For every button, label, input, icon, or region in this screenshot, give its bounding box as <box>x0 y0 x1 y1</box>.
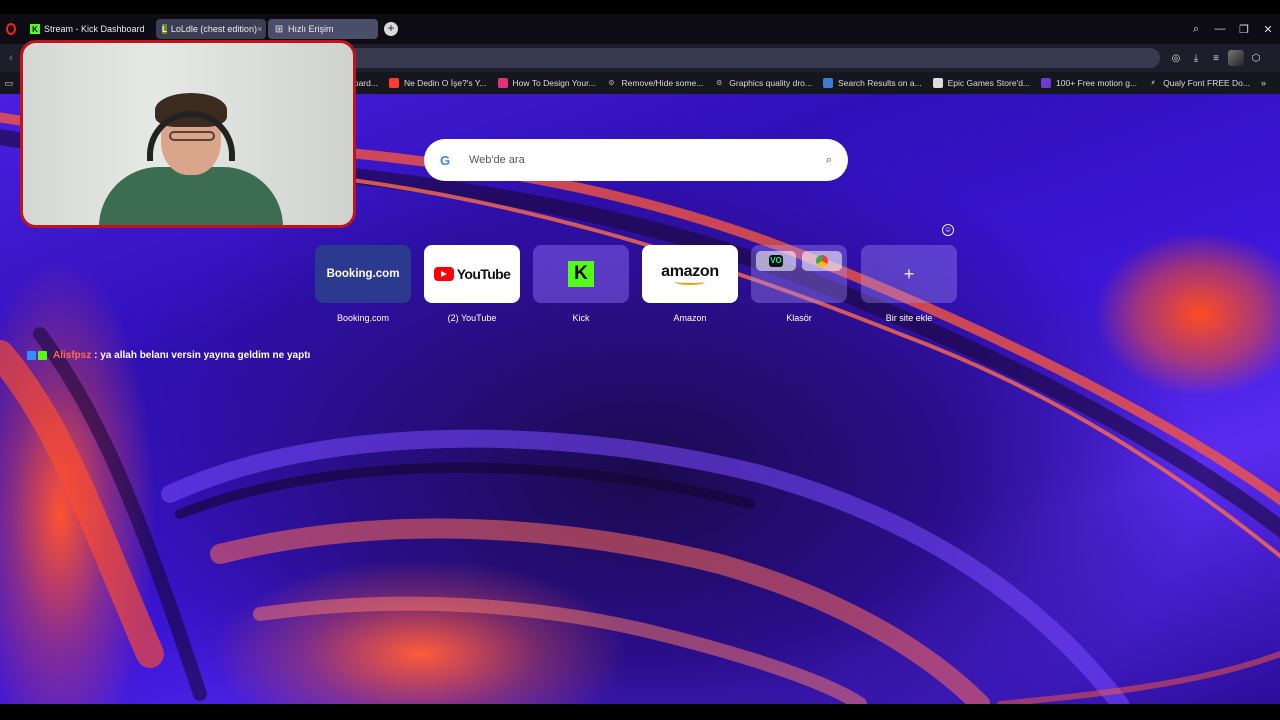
speed-dial-add-site[interactable]: + Bir site ekle <box>861 245 957 323</box>
bookmark-folder-icon[interactable]: ▭ <box>0 78 18 89</box>
bookmark-item[interactable]: ⚙ Graphics quality dro... <box>714 78 812 88</box>
opera-menu-button[interactable] <box>0 14 22 44</box>
chart-icon <box>388 78 399 88</box>
bookmark-label: Qualy Font FREE Do... <box>1163 78 1250 88</box>
grid-icon: ⊞ <box>274 23 284 35</box>
search-tabs-icon[interactable]: ⌕ <box>1184 23 1208 36</box>
smiley-icon[interactable]: ☺ <box>942 224 954 236</box>
speed-dial-label: (2) YouTube <box>447 313 497 323</box>
search-icon[interactable]: ⌕ <box>826 154 832 167</box>
chat-separator: : <box>91 350 101 361</box>
new-tab-button[interactable]: + <box>384 22 398 36</box>
tab-label: LoLdle (chest edition) <box>170 24 257 34</box>
bookmark-label: How To Design Your... <box>512 78 596 88</box>
bookmark-item[interactable]: 100+ Free motion g... <box>1041 78 1137 88</box>
bookmark-item[interactable]: Ne Dedin O İşe?'s Y... <box>388 78 487 88</box>
speed-dial-amazon[interactable]: amazon Amazon <box>642 245 738 323</box>
chrome-icon <box>816 255 828 267</box>
speed-dial-youtube[interactable]: YouTube (2) YouTube <box>424 245 520 323</box>
profile-avatar[interactable] <box>1228 50 1244 66</box>
amazon-smile-icon <box>675 279 705 285</box>
youtube-logo: YouTube <box>456 266 511 282</box>
opera-logo-icon <box>6 23 16 35</box>
chat-message: Alisfpsz : ya allah belanı versin yayına… <box>27 350 310 361</box>
bookmark-item[interactable]: Epic Games Store'd... <box>932 78 1031 88</box>
bookmark-label: Graphics quality dro... <box>729 78 812 88</box>
speed-dial-label: Klasör <box>786 313 812 323</box>
speed-dial-label: Bir site ekle <box>885 313 933 323</box>
back-icon[interactable]: ‹ <box>0 52 22 64</box>
chat-username: Alisfpsz <box>53 350 92 361</box>
badge-icon <box>27 351 36 360</box>
kick-favicon-icon: K <box>30 24 40 34</box>
bolt-icon: ⚡ <box>1150 80 1156 87</box>
tab-loldle[interactable]: L LoLdle (chest edition) × <box>156 19 266 39</box>
google-icon: G <box>440 152 451 168</box>
epic-icon <box>932 78 943 88</box>
youtube-play-icon <box>433 267 454 281</box>
booking-logo: Booking.com <box>315 245 411 303</box>
bookmarks-more-icon[interactable]: » <box>1261 78 1266 88</box>
glasses-icon <box>169 131 215 141</box>
speed-dial-booking[interactable]: Booking.com Booking.com <box>315 245 411 323</box>
menu-icon[interactable]: ≡ <box>1208 53 1224 64</box>
loldle-favicon-icon: L <box>162 24 167 34</box>
bookmark-item[interactable]: ⚙ Remove/Hide some... <box>607 78 704 88</box>
bookmark-item[interactable]: How To Design Your... <box>497 78 596 88</box>
close-window-icon[interactable]: ✕ <box>1256 23 1280 36</box>
chat-text: ya allah belanı versin yayına geldim ne … <box>100 350 311 361</box>
webcam-overlay <box>20 40 356 228</box>
speed-dial-folder[interactable]: VO Klasör <box>751 245 847 323</box>
search-box[interactable]: G ⌕ <box>424 139 848 181</box>
bookmark-item[interactable]: Search Results on a... <box>822 78 922 88</box>
plus-icon: + <box>861 245 957 303</box>
tab-close-icon[interactable]: × <box>257 24 262 34</box>
bottom-strip <box>0 704 1280 720</box>
minimize-icon[interactable]: — <box>1208 23 1232 35</box>
bookmark-label: 100+ Free motion g... <box>1056 78 1138 88</box>
extensions-icon[interactable]: ⬡ <box>1248 53 1264 64</box>
camera-icon[interactable]: ◎ <box>1168 53 1184 64</box>
search-input[interactable] <box>469 154 789 166</box>
restore-icon[interactable]: ❐ <box>1232 23 1256 36</box>
tab-label: Hızlı Erişim <box>288 24 334 34</box>
amazon-logo: amazon <box>661 262 719 280</box>
speed-dial-label: Amazon <box>673 313 707 323</box>
tab-hizli-erisim[interactable]: ⊞ Hızlı Erişim <box>268 19 378 39</box>
bookmark-label: Remove/Hide some... <box>621 78 704 88</box>
speed-dial-kick[interactable]: K Kick <box>533 245 629 323</box>
speed-dial-label: Booking.com <box>336 313 390 323</box>
search-icon <box>822 78 833 88</box>
streamer-body <box>99 167 283 225</box>
vo-app-icon: VO <box>769 255 783 267</box>
gear-icon: ⚙ <box>716 80 723 87</box>
tab-label: Stream - Kick Dashboard <box>44 24 145 34</box>
bookmark-label: Ne Dedin O İşe?'s Y... <box>403 78 487 88</box>
figma-icon <box>497 78 508 88</box>
bookmark-label: Search Results on a... <box>837 78 922 88</box>
kick-logo-icon: K <box>568 261 594 287</box>
gear-icon: ⚙ <box>608 80 615 87</box>
bookmark-item[interactable]: ⚡ Qualy Font FREE Do... <box>1148 78 1250 88</box>
download-icon[interactable]: ⤓ <box>1188 53 1204 64</box>
badge-icon <box>38 351 47 360</box>
speed-dial-label: Kick <box>572 313 590 323</box>
bookmark-label: Epic Games Store'd... <box>947 78 1031 88</box>
tab-kick-dashboard[interactable]: K Stream - Kick Dashboard <box>24 19 154 39</box>
motion-icon <box>1041 78 1052 88</box>
